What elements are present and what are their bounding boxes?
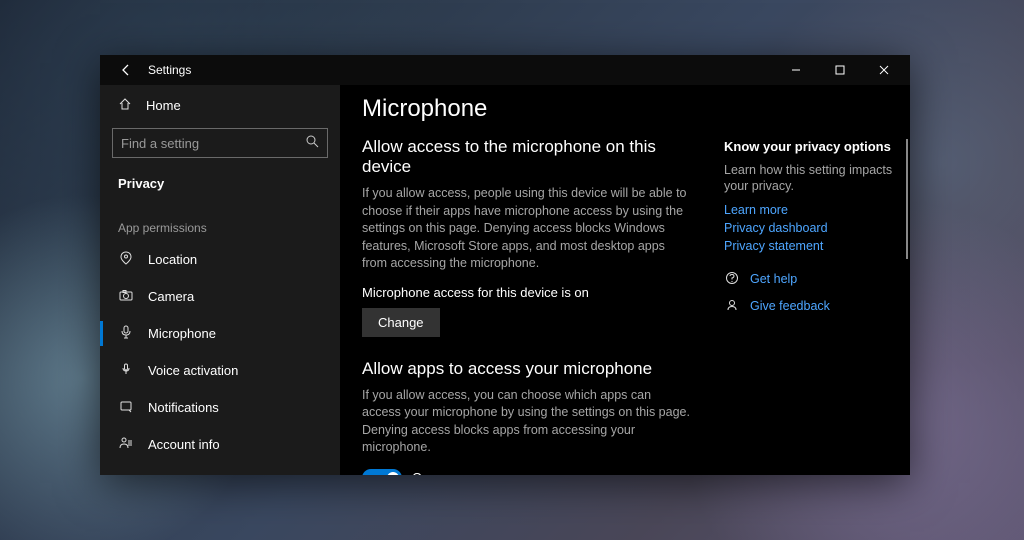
give-feedback-link: Give feedback	[750, 299, 830, 313]
search-input[interactable]	[121, 136, 306, 151]
close-button[interactable]	[862, 56, 906, 84]
section2-heading: Allow apps to access your microphone	[362, 359, 700, 379]
settings-window: Settings Home	[100, 55, 910, 475]
nav-label: Location	[148, 252, 197, 267]
camera-icon	[118, 288, 134, 305]
microphone-icon	[118, 325, 134, 342]
section1-desc: If you allow access, people using this d…	[362, 185, 692, 273]
nav-account-info[interactable]: Account info	[100, 426, 340, 463]
right-column: Know your privacy options Learn how this…	[720, 85, 910, 475]
section2-desc: If you allow access, you can choose whic…	[362, 387, 692, 457]
feedback-icon	[724, 298, 740, 315]
nav-microphone[interactable]: Microphone	[100, 315, 340, 352]
learn-more-link[interactable]: Learn more	[724, 203, 898, 217]
voice-icon	[118, 362, 134, 379]
section1-heading: Allow access to the microphone on this d…	[362, 137, 700, 177]
window-title: Settings	[148, 63, 191, 77]
privacy-options-desc: Learn how this setting impacts your priv…	[724, 162, 898, 195]
search-icon	[306, 135, 319, 151]
scrollbar[interactable]	[906, 139, 908, 259]
privacy-options-heading: Know your privacy options	[724, 139, 898, 154]
give-feedback-row[interactable]: Give feedback	[724, 298, 898, 315]
page-title: Microphone	[362, 95, 700, 123]
privacy-dashboard-link[interactable]: Privacy dashboard	[724, 221, 898, 235]
search-box[interactable]	[112, 128, 328, 158]
home-label: Home	[146, 98, 181, 113]
titlebar: Settings	[100, 55, 910, 85]
group-label: App permissions	[100, 201, 340, 241]
apps-access-toggle[interactable]	[362, 469, 402, 476]
account-icon	[118, 436, 134, 453]
nav-label: Microphone	[148, 326, 216, 341]
maximize-button[interactable]	[818, 56, 862, 84]
nav-location[interactable]: Location	[100, 241, 340, 278]
nav-camera[interactable]: Camera	[100, 278, 340, 315]
main-content: Microphone Allow access to the microphon…	[340, 85, 720, 475]
nav-label: Account info	[148, 437, 220, 452]
back-button[interactable]	[112, 56, 140, 84]
privacy-statement-link[interactable]: Privacy statement	[724, 239, 898, 253]
get-help-row[interactable]: Get help	[724, 271, 898, 288]
device-access-status: Microphone access for this device is on	[362, 285, 700, 300]
get-help-link: Get help	[750, 272, 797, 286]
home-icon	[118, 97, 132, 114]
minimize-button[interactable]	[774, 56, 818, 84]
sidebar: Home Privacy App permissions Location	[100, 85, 340, 475]
toggle-state-label: On	[412, 470, 429, 475]
help-icon	[724, 271, 740, 288]
nav-voice-activation[interactable]: Voice activation	[100, 352, 340, 389]
change-button[interactable]: Change	[362, 308, 440, 337]
category-label: Privacy	[100, 168, 340, 201]
nav-label: Notifications	[148, 400, 219, 415]
home-nav[interactable]: Home	[100, 89, 340, 122]
notifications-icon	[118, 399, 134, 416]
location-icon	[118, 251, 134, 268]
nav-label: Voice activation	[148, 363, 238, 378]
nav-label: Camera	[148, 289, 194, 304]
nav-notifications[interactable]: Notifications	[100, 389, 340, 426]
